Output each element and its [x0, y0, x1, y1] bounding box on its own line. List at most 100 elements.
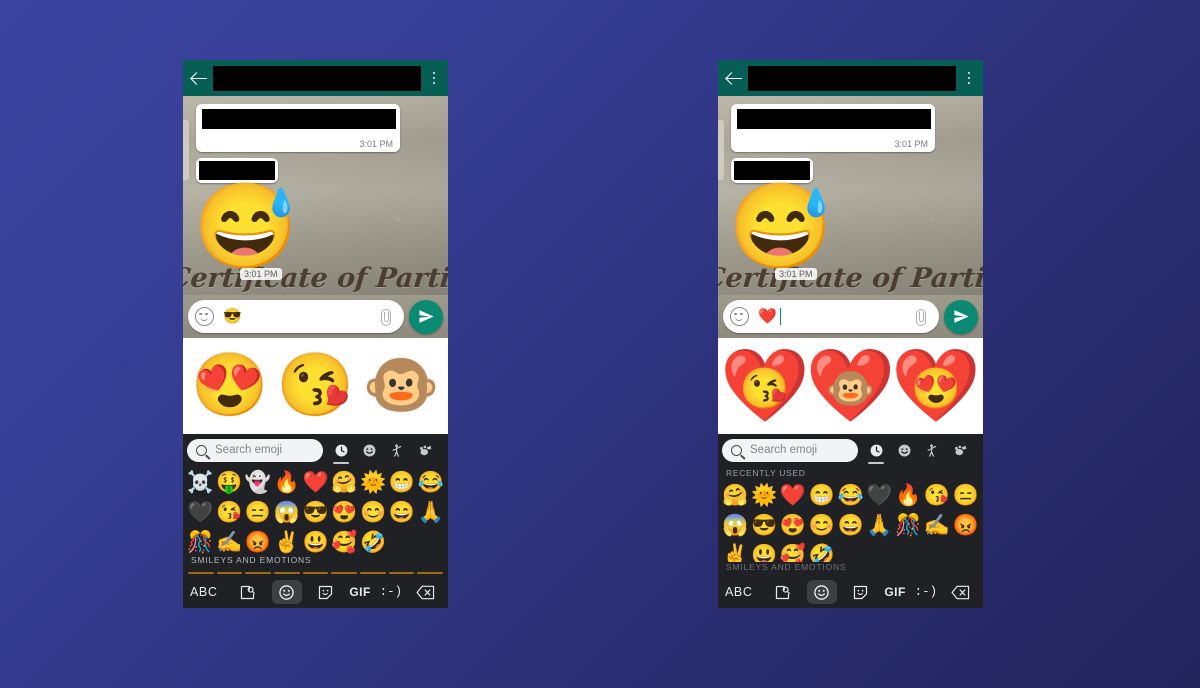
emoji-cell[interactable]: 😃 [301, 527, 330, 555]
category-smileys[interactable] [892, 435, 916, 465]
emoji-cell[interactable]: 😘 [215, 497, 244, 527]
sticker-message-emoji[interactable]: 😅 [728, 184, 833, 268]
emoji-cell[interactable]: 🖤 [865, 480, 894, 510]
sticker-suggestion-2[interactable]: 😘 [277, 355, 354, 417]
emoji-cell[interactable]: ✌️ [721, 540, 750, 563]
backspace-key[interactable] [411, 580, 441, 604]
chat-scrollbar[interactable] [183, 120, 189, 180]
search-emoji-input[interactable]: Search emoji [722, 438, 858, 462]
emoji-key[interactable] [271, 580, 302, 604]
emoji-cell[interactable]: 🖤 [186, 497, 215, 527]
emoji-cell[interactable]: 🤗 [721, 480, 750, 510]
emoji-cell[interactable]: 😑 [244, 497, 273, 527]
chat-scrollbar[interactable] [718, 120, 724, 180]
emoji-cell[interactable]: ✍️ [215, 527, 244, 555]
emoji-cell[interactable]: 🙏 [865, 510, 894, 540]
emoji-cell[interactable]: 🌞 [750, 480, 779, 510]
emoji-cell[interactable]: ✌️ [272, 527, 301, 555]
paperclip-icon[interactable] [912, 307, 929, 327]
emoji-cell[interactable]: 🙏 [416, 497, 445, 527]
emoji-cell[interactable]: 🌞 [359, 467, 388, 497]
emoji-cell[interactable]: 🥰 [330, 527, 359, 555]
emoji-cell[interactable]: 😄 [388, 497, 417, 527]
image-search-key[interactable] [768, 580, 798, 604]
emoji-cell[interactable]: 🎊 [186, 527, 215, 555]
message-input-field[interactable]: 😎 [188, 300, 404, 333]
emoji-cell[interactable]: 😱 [272, 497, 301, 527]
sticker-suggestion-1[interactable]: ❤️ 😘 [720, 348, 810, 424]
overflow-menu-icon[interactable] [962, 68, 976, 88]
message-bubble-redacted[interactable]: 3:01 PM [196, 104, 400, 152]
emoji-cell[interactable]: ❤️ [779, 480, 808, 510]
gif-key[interactable]: GIF [884, 580, 906, 604]
emoji-smiley-icon[interactable] [730, 307, 749, 326]
sticker-key[interactable] [310, 580, 340, 604]
emoji-cell[interactable]: 😄 [836, 510, 865, 540]
emoji-cell[interactable]: 🤗 [330, 467, 359, 497]
search-emoji-input[interactable]: Search emoji [187, 438, 323, 462]
category-food[interactable] [976, 435, 979, 465]
message-input-field[interactable]: ❤️ [723, 300, 939, 333]
emoji-cell[interactable]: 🤣 [359, 527, 388, 555]
emoji-cell[interactable]: 😁 [388, 467, 417, 497]
emoji-cell[interactable]: 😑 [951, 480, 980, 510]
sticker-key[interactable] [845, 580, 875, 604]
sticker-suggestion-3[interactable]: ❤️ 😍 [891, 348, 981, 424]
emoji-key[interactable] [806, 580, 837, 604]
emoji-cell[interactable]: 😎 [750, 510, 779, 540]
category-food[interactable] [441, 435, 444, 465]
emoji-cell[interactable]: 🎊 [894, 510, 923, 540]
contact-name-redacted[interactable] [213, 65, 421, 91]
emoji-cell[interactable]: 😊 [359, 497, 388, 527]
send-button[interactable] [944, 299, 978, 334]
overflow-menu-icon[interactable] [427, 68, 441, 88]
emoji-cell[interactable]: 🥰 [779, 540, 808, 563]
back-arrow-icon[interactable] [725, 69, 744, 88]
emoji-cell[interactable]: ❤️ [301, 467, 330, 497]
sticker-suggestion-2[interactable]: ❤️ 🐵 [806, 348, 896, 424]
emoji-cell[interactable]: 😊 [807, 510, 836, 540]
emoji-cell[interactable]: 🔥 [272, 467, 301, 497]
emoji-cell[interactable]: 🔥 [894, 480, 923, 510]
contact-name-redacted[interactable] [748, 65, 956, 91]
category-recent[interactable] [329, 435, 353, 465]
emoji-cell[interactable]: 😃 [750, 540, 779, 563]
paperclip-icon[interactable] [377, 307, 394, 327]
emoji-cell[interactable]: 😡 [244, 527, 273, 555]
emoji-cell[interactable]: 😡 [951, 510, 980, 540]
category-nature[interactable] [948, 435, 972, 465]
emoji-cell[interactable]: 😘 [923, 480, 952, 510]
back-arrow-icon[interactable] [190, 69, 209, 88]
message-bubble-redacted[interactable]: 3:01 PM [731, 104, 935, 152]
sticker-suggestion-1[interactable]: 😍 [191, 355, 268, 417]
category-smileys[interactable] [357, 435, 381, 465]
emoji-cell[interactable]: 😎 [301, 497, 330, 527]
emoji-cell[interactable]: 😁 [807, 480, 836, 510]
category-recent[interactable] [864, 435, 888, 465]
gif-key[interactable]: GIF [349, 580, 371, 604]
backspace-key[interactable] [946, 580, 976, 604]
emoji-cell[interactable]: 🤣 [807, 540, 836, 563]
emoji-cell[interactable]: ✍️ [923, 510, 952, 540]
emoji-smiley-icon[interactable] [195, 307, 214, 326]
emoji-cell[interactable]: 😂 [416, 467, 445, 497]
emoji-cell[interactable]: 👻 [244, 467, 273, 497]
send-button[interactable] [409, 299, 443, 334]
emoji-cell[interactable]: 😍 [779, 510, 808, 540]
sticker-suggestion-3[interactable]: 🐵 [363, 355, 440, 417]
emoticon-key[interactable]: :-) [915, 580, 938, 604]
emoji-cell[interactable]: 😍 [330, 497, 359, 527]
emoji-cell[interactable]: 🤑 [215, 467, 244, 497]
category-people[interactable] [920, 435, 944, 465]
category-nature[interactable] [413, 435, 437, 465]
emoji-cell[interactable]: 😱 [721, 510, 750, 540]
abc-key[interactable]: ABC [190, 580, 224, 604]
category-people[interactable] [385, 435, 409, 465]
emoji-cell[interactable]: ☠️ [186, 467, 215, 497]
image-search-key[interactable] [233, 580, 263, 604]
sticker-timestamp: 3:01 PM [240, 268, 282, 280]
abc-key[interactable]: ABC [725, 580, 759, 604]
sticker-message-emoji[interactable]: 😅 [193, 184, 298, 268]
emoji-cell[interactable]: 😂 [836, 480, 865, 510]
emoticon-key[interactable]: :-) [380, 580, 403, 604]
